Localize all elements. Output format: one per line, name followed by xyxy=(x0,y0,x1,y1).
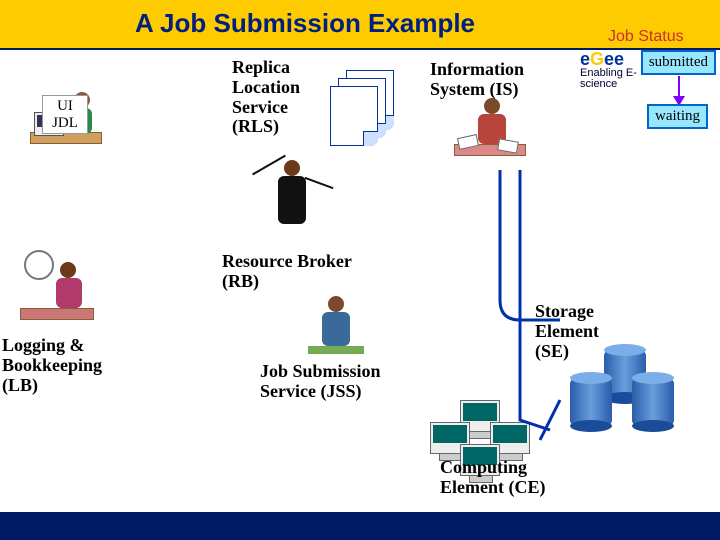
information-system-icon xyxy=(450,90,530,170)
page-title: A Job Submission Example xyxy=(135,8,475,39)
storage-element-icon xyxy=(560,350,680,440)
jss-label: Job Submission Service (JSS) xyxy=(260,362,420,402)
ce-label: Computing Element (CE) xyxy=(440,458,560,498)
status-submitted: submitted xyxy=(641,50,716,75)
rb-label: Resource Broker (RB) xyxy=(222,252,362,292)
is-label: Information System (IS) xyxy=(430,60,550,100)
lb-label: Logging & Bookkeeping (LB) xyxy=(2,336,132,395)
egee-logo: eGeeEnabling E-science xyxy=(580,50,640,95)
footer-strip xyxy=(0,512,720,540)
resource-broker-icon xyxy=(240,150,340,250)
rls-label: Replica Location Service (RLS) xyxy=(232,58,322,137)
se-label: Storage Element (SE) xyxy=(535,302,625,361)
bookkeeping-icon xyxy=(20,250,100,330)
rls-documents-icon xyxy=(330,70,400,150)
job-status-heading: Job Status xyxy=(608,28,684,46)
status-waiting: waiting xyxy=(647,104,708,129)
jss-icon xyxy=(300,290,380,370)
ui-label-box: UI JDL xyxy=(42,95,88,134)
